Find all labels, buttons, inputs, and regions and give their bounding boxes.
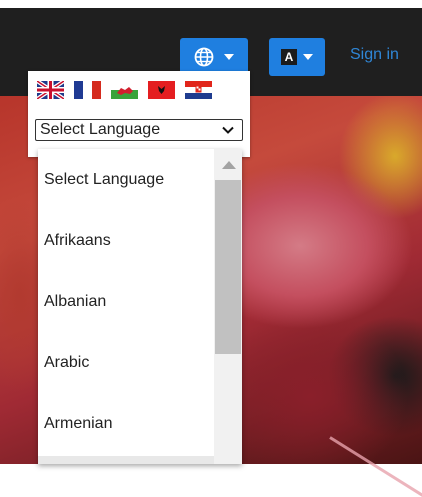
font-size-menu-button[interactable]: A: [269, 38, 325, 76]
translate-widget: Select Language: [28, 71, 250, 157]
language-option[interactable]: Afrikaans: [38, 210, 214, 271]
flag-albania-icon[interactable]: [148, 81, 175, 99]
flag-wales-icon[interactable]: [111, 81, 138, 99]
next-option-partial[interactable]: [38, 456, 214, 464]
caret-down-icon: [303, 54, 313, 60]
chevron-down-icon: [222, 126, 234, 134]
globe-icon: [194, 47, 214, 67]
flag-uk-icon[interactable]: [37, 81, 64, 99]
top-strip: [0, 0, 422, 8]
language-select-value: Select Language: [40, 121, 161, 138]
flag-row: [37, 81, 212, 99]
caret-down-icon: [224, 54, 234, 60]
language-option[interactable]: Armenian: [38, 393, 214, 454]
text-a-icon: A: [281, 49, 297, 65]
language-option[interactable]: Select Language: [38, 149, 214, 210]
petal-highlight: [329, 436, 422, 497]
flag-france-icon[interactable]: [74, 81, 101, 99]
sign-in-link[interactable]: Sign in: [350, 46, 399, 64]
language-select[interactable]: Select Language: [35, 119, 243, 141]
scrollbar-thumb[interactable]: [215, 180, 241, 354]
language-options: Select Language Afrikaans Albanian Arabi…: [38, 149, 214, 454]
language-dropdown-list[interactable]: Select Language Afrikaans Albanian Arabi…: [38, 149, 242, 464]
flag-croatia-icon[interactable]: [185, 81, 212, 99]
scroll-up-arrow-icon[interactable]: [222, 161, 236, 169]
language-option[interactable]: Arabic: [38, 332, 214, 393]
dropdown-scrollbar[interactable]: [214, 149, 242, 464]
language-option[interactable]: Albanian: [38, 271, 214, 332]
